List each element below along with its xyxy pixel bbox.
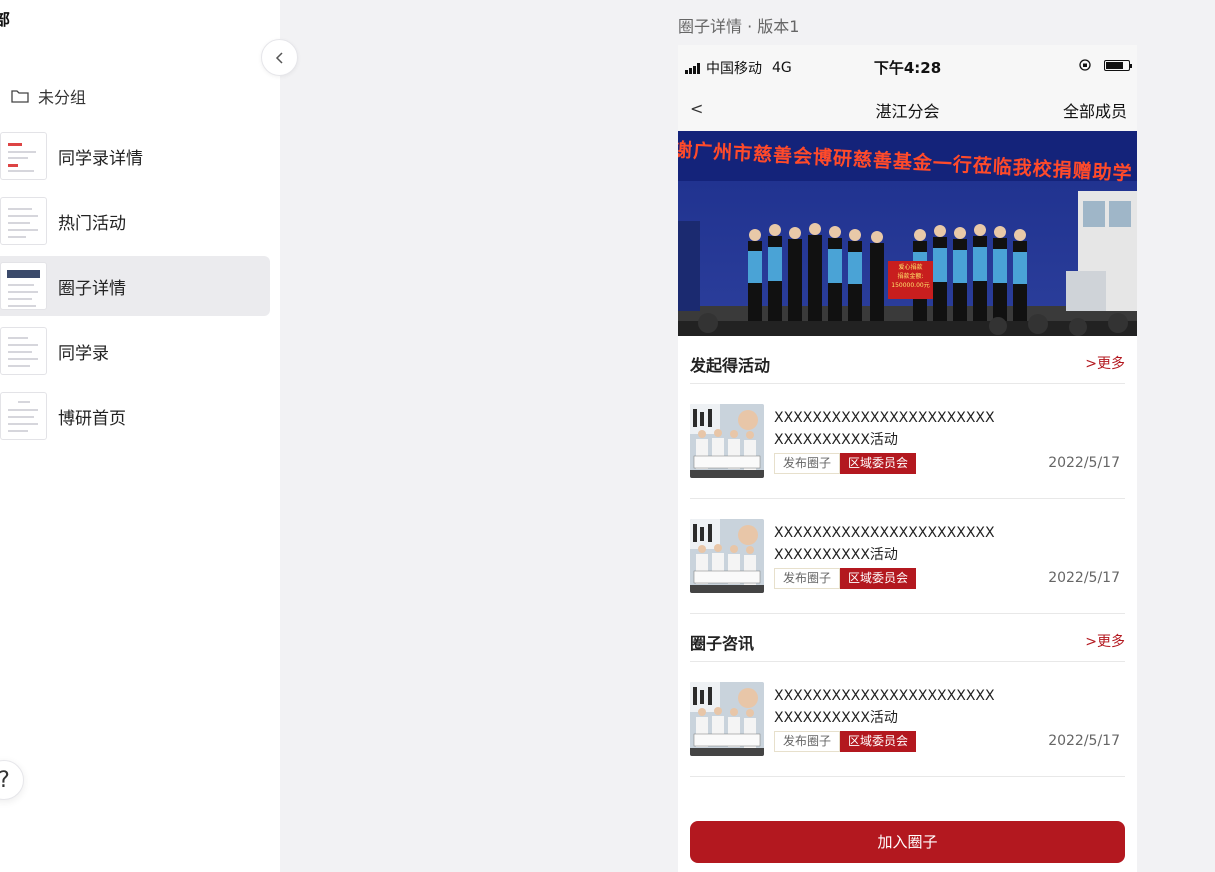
news-title-line2: XXXXXXXXXX活动: [774, 710, 898, 726]
activities-section-header: 发起得活动 >更多: [690, 336, 1125, 384]
sidebar: 部 未分组 同学录详情 热门活动 圈子详情 同学录 博研首页: [0, 0, 298, 872]
orientation-lock-icon: [1079, 59, 1091, 71]
activity-title: XXXXXXXXXXXXXXXXXXXXXXX XXXXXXXXXX活动: [774, 522, 1014, 566]
activity-title-line2: XXXXXXXXXX活动: [774, 432, 898, 448]
activity-title-line1: XXXXXXXXXXXXXXXXXXXXXXX: [774, 525, 995, 541]
nav-bar: < 湛江分会 全部成员: [678, 87, 1137, 131]
sidebar-item-label: 同学录详情: [58, 148, 143, 169]
join-circle-button[interactable]: 加入圈子: [690, 821, 1125, 863]
committee-tag: 区域委员会: [840, 453, 917, 474]
sidebar-item-classmates[interactable]: 同学录: [0, 321, 270, 381]
activity-thumbnail: [690, 404, 764, 478]
banner-image: 感谢广州市慈善会博研慈善基金一行莅临我校捐赠助学 爱心捐款 捐款金额: 1500…: [678, 131, 1137, 336]
activity-tags: 发布圈子 区域委员会: [774, 568, 917, 589]
page-thumbnail: [0, 327, 47, 375]
donation-board-amount: 捐款金额: 150000.00元: [891, 273, 930, 289]
sidebar-item-label: 博研首页: [58, 408, 126, 429]
activity-card[interactable]: XXXXXXXXXXXXXXXXXXXXXXX XXXXXXXXXX活动 发布圈…: [690, 499, 1125, 614]
help-icon: ?: [0, 768, 10, 793]
help-button[interactable]: ?: [0, 760, 24, 800]
committee-tag: 区域委员会: [840, 731, 917, 752]
sidebar-item-circle-detail[interactable]: 圈子详情: [0, 256, 270, 316]
phone-frame: 中国移动 4G 下午4:28 < 湛江分会 全部成员 感谢广州市慈善会博研慈善基…: [678, 45, 1137, 872]
news-tags: 发布圈子 区域委员会: [774, 731, 917, 752]
all-members-link[interactable]: 全部成员: [1063, 98, 1127, 122]
activity-title-line1: XXXXXXXXXXXXXXXXXXXXXXX: [774, 410, 995, 426]
activity-date: 2022/5/17: [1048, 570, 1120, 586]
frame-title: 圈子详情 · 版本1: [678, 17, 800, 36]
news-section-header: 圈子咨讯 >更多: [690, 614, 1125, 662]
news-card[interactable]: XXXXXXXXXXXXXXXXXXXXXXX XXXXXXXXXX活动 发布圈…: [690, 662, 1125, 777]
donation-board-title: 爱心捐款: [898, 264, 923, 271]
sidebar-item-hot-activities[interactable]: 热门活动: [0, 191, 270, 251]
activity-thumbnail: [690, 519, 764, 593]
group-label: 未分组: [38, 88, 87, 107]
collapse-sidebar-button[interactable]: [261, 39, 298, 76]
activity-title-line2: XXXXXXXXXX活动: [774, 547, 898, 563]
publish-circle-tag: 发布圈子: [774, 731, 841, 752]
page-thumbnail: [0, 132, 47, 180]
status-bar: 中国移动 4G 下午4:28: [678, 45, 1137, 87]
sidebar-title: 部: [0, 10, 11, 29]
committee-tag: 区域委员会: [840, 568, 917, 589]
activity-tags: 发布圈子 区域委员会: [774, 453, 917, 474]
folder-icon: [11, 90, 29, 103]
publish-circle-tag: 发布圈子: [774, 453, 841, 474]
activity-card[interactable]: XXXXXXXXXXXXXXXXXXXXXXX XXXXXXXXXX活动 发布圈…: [690, 384, 1125, 499]
sidebar-item-boyan-home[interactable]: 博研首页: [0, 386, 270, 446]
page-thumbnail: [0, 197, 47, 245]
donation-board: 爱心捐款 捐款金额: 150000.00元: [888, 263, 933, 290]
chevron-left-icon: [275, 51, 283, 64]
sidebar-item-label: 圈子详情: [58, 278, 126, 299]
activities-section-title: 发起得活动: [690, 356, 771, 375]
sidebar-item-label: 热门活动: [58, 213, 126, 234]
activity-title: XXXXXXXXXXXXXXXXXXXXXXX XXXXXXXXXX活动: [774, 407, 1014, 451]
page-thumbnail: [0, 392, 47, 440]
activities-more-link[interactable]: >更多: [1085, 353, 1125, 373]
news-more-link[interactable]: >更多: [1085, 631, 1125, 651]
news-title: XXXXXXXXXXXXXXXXXXXXXXX XXXXXXXXXX活动: [774, 685, 1014, 729]
news-title-line1: XXXXXXXXXXXXXXXXXXXXXXX: [774, 688, 995, 704]
sidebar-item-classmate-detail[interactable]: 同学录详情: [0, 126, 270, 186]
sidebar-item-label: 同学录: [58, 343, 109, 364]
page-thumbnail: [0, 262, 47, 310]
status-time: 下午4:28: [873, 59, 942, 77]
battery-icon: [1104, 59, 1132, 71]
group-uncategorized[interactable]: 未分组: [10, 84, 86, 108]
publish-circle-tag: 发布圈子: [774, 568, 841, 589]
news-section-title: 圈子咨讯: [690, 634, 755, 653]
news-thumbnail: [690, 682, 764, 756]
news-date: 2022/5/17: [1048, 733, 1120, 749]
activity-date: 2022/5/17: [1048, 455, 1120, 471]
